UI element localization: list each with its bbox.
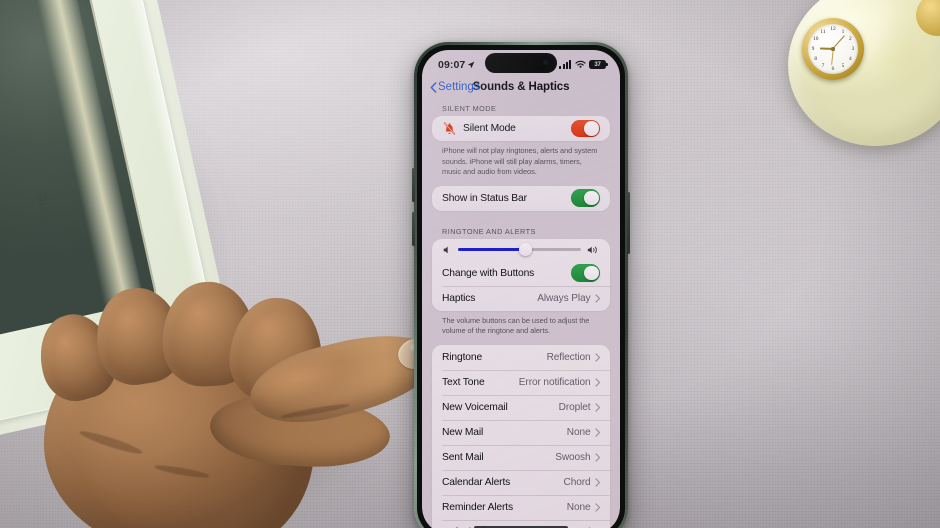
sound-row-value: Reflection xyxy=(546,351,591,363)
change-with-buttons-toggle[interactable] xyxy=(571,264,600,282)
sound-row-value: Swoosh xyxy=(555,451,591,463)
chevron-right-icon xyxy=(594,377,600,387)
toggle-knob xyxy=(583,121,599,136)
sound-row-label: New Mail xyxy=(442,426,484,438)
wifi-icon xyxy=(574,60,586,68)
battery-icon: 37 xyxy=(589,59,608,70)
status-bar: 09:07 37 xyxy=(422,50,620,76)
photo-scene: iphone 12 1 2 3 4 5 6 7 8 9 10 11 09:07 … xyxy=(0,0,940,528)
sound-row-value: Chord xyxy=(563,476,591,488)
chevron-right-icon xyxy=(594,352,600,362)
silent-mode-card: Silent Mode xyxy=(432,116,610,141)
sound-list-row[interactable]: Text Tone Error notification xyxy=(432,369,610,395)
row-change-with-buttons[interactable]: Change with Buttons xyxy=(432,261,610,286)
page-title: Sounds & Haptics xyxy=(472,81,570,93)
signal-bars-icon xyxy=(559,60,571,69)
toggle-knob xyxy=(583,265,599,281)
analog-clock: 12 1 2 3 4 5 6 7 8 9 10 11 xyxy=(802,18,864,80)
silent-mode-label: Silent Mode xyxy=(463,123,516,134)
sound-row-label: Reminder Alerts xyxy=(442,501,513,513)
settings-scroll-area[interactable]: SILENT MODE Silent Mode iPhone will not … xyxy=(422,98,620,528)
volume-slider-track[interactable] xyxy=(458,243,581,257)
chevron-right-icon xyxy=(594,402,600,412)
volume-slider-knob[interactable] xyxy=(519,243,533,257)
back-to-settings-button[interactable]: Settings xyxy=(430,81,480,93)
chevron-right-icon xyxy=(594,452,600,462)
sound-list-card: Ringtone Reflection Text Tone Error notific… xyxy=(432,344,610,528)
ringtone-alerts-section-header: RINGTONE AND ALERTS xyxy=(442,226,536,236)
speaker-low-icon xyxy=(443,246,448,253)
row-haptics[interactable]: Haptics Always Play xyxy=(432,285,610,311)
haptics-label: Haptics xyxy=(442,292,476,304)
chevron-right-icon xyxy=(594,477,600,487)
status-bar-time-group: 09:07 xyxy=(438,59,475,71)
back-button-label: Settings xyxy=(438,81,480,93)
chevron-left-icon xyxy=(430,81,437,93)
sound-row-label: Ringtone xyxy=(442,351,483,363)
sound-row-value: None xyxy=(566,501,591,513)
volume-slider-row[interactable] xyxy=(432,239,610,261)
location-arrow-icon xyxy=(468,61,475,68)
sound-list-row[interactable]: Calendar Alerts Chord xyxy=(432,469,610,495)
row-silent-mode[interactable]: Silent Mode xyxy=(432,116,610,141)
chevron-right-icon xyxy=(594,293,600,303)
sound-row-value: None xyxy=(566,426,591,438)
silent-mode-section-header: SILENT MODE xyxy=(442,104,497,113)
ringtone-alerts-card: Change with Buttons Haptics Always Play xyxy=(432,238,610,311)
show-in-status-bar-toggle[interactable] xyxy=(571,189,600,207)
sound-list-row[interactable]: Sent Mail Swoosh xyxy=(432,444,610,470)
iphone-device: 09:07 37 Settings Sounds & Haptics SILEN… xyxy=(412,42,630,528)
sound-row-label: New Voicemail xyxy=(442,401,508,413)
sound-row-label: Sent Mail xyxy=(442,451,484,463)
sound-list-row[interactable]: Reminder Alerts None xyxy=(432,494,610,520)
navigation-bar: Settings Sounds & Haptics xyxy=(422,76,620,98)
toggle-knob xyxy=(583,190,599,206)
bell-slash-icon xyxy=(443,122,456,135)
status-bar-clock: 09:07 xyxy=(438,58,466,71)
row-show-in-status-bar[interactable]: Show in Status Bar xyxy=(432,186,610,211)
status-bar-indicators: 37 xyxy=(559,59,608,70)
phone-screen: 09:07 37 Settings Sounds & Haptics SILEN… xyxy=(422,50,620,528)
show-in-status-bar-label: Show in Status Bar xyxy=(442,192,527,204)
dynamic-island[interactable] xyxy=(485,53,557,73)
volume-slider-fill xyxy=(458,248,526,251)
user-hand xyxy=(29,258,464,528)
sound-row-value: Droplet xyxy=(558,401,591,413)
silent-mode-footnote: iPhone will not play ringtones, alerts a… xyxy=(442,146,598,177)
haptics-value: Always Play xyxy=(537,292,591,304)
ios-settings-app: 09:07 37 Settings Sounds & Haptics SILEN… xyxy=(422,50,620,528)
volume-up-button[interactable] xyxy=(412,168,415,202)
silent-mode-toggle[interactable] xyxy=(571,119,600,138)
sound-row-value: Error notification xyxy=(518,376,591,388)
sound-row-label: Text Tone xyxy=(442,376,485,388)
phone-bezel: 09:07 37 Settings Sounds & Haptics SILEN… xyxy=(417,45,625,528)
sound-list-row[interactable]: New Voicemail Droplet xyxy=(432,394,610,420)
sound-list-row[interactable]: Ringtone Reflection xyxy=(432,345,610,370)
change-with-buttons-label: Change with Buttons xyxy=(442,267,535,279)
sound-list-row[interactable]: New Mail None xyxy=(432,419,610,445)
chevron-right-icon xyxy=(594,502,600,512)
status-bar-card: Show in Status Bar xyxy=(432,185,610,211)
volume-down-button[interactable] xyxy=(412,212,415,246)
clock-center-pin xyxy=(831,47,835,51)
ringtone-alerts-footnote: The volume buttons can be used to adjust… xyxy=(442,315,590,336)
battery-level-label: 37 xyxy=(594,61,601,68)
speaker-high-icon xyxy=(587,246,597,253)
chevron-right-icon xyxy=(594,427,600,437)
clock-face: 12 1 2 3 4 5 6 7 8 9 10 11 xyxy=(808,24,858,74)
sound-row-label: Calendar Alerts xyxy=(442,476,511,488)
side-power-button[interactable] xyxy=(627,192,630,254)
